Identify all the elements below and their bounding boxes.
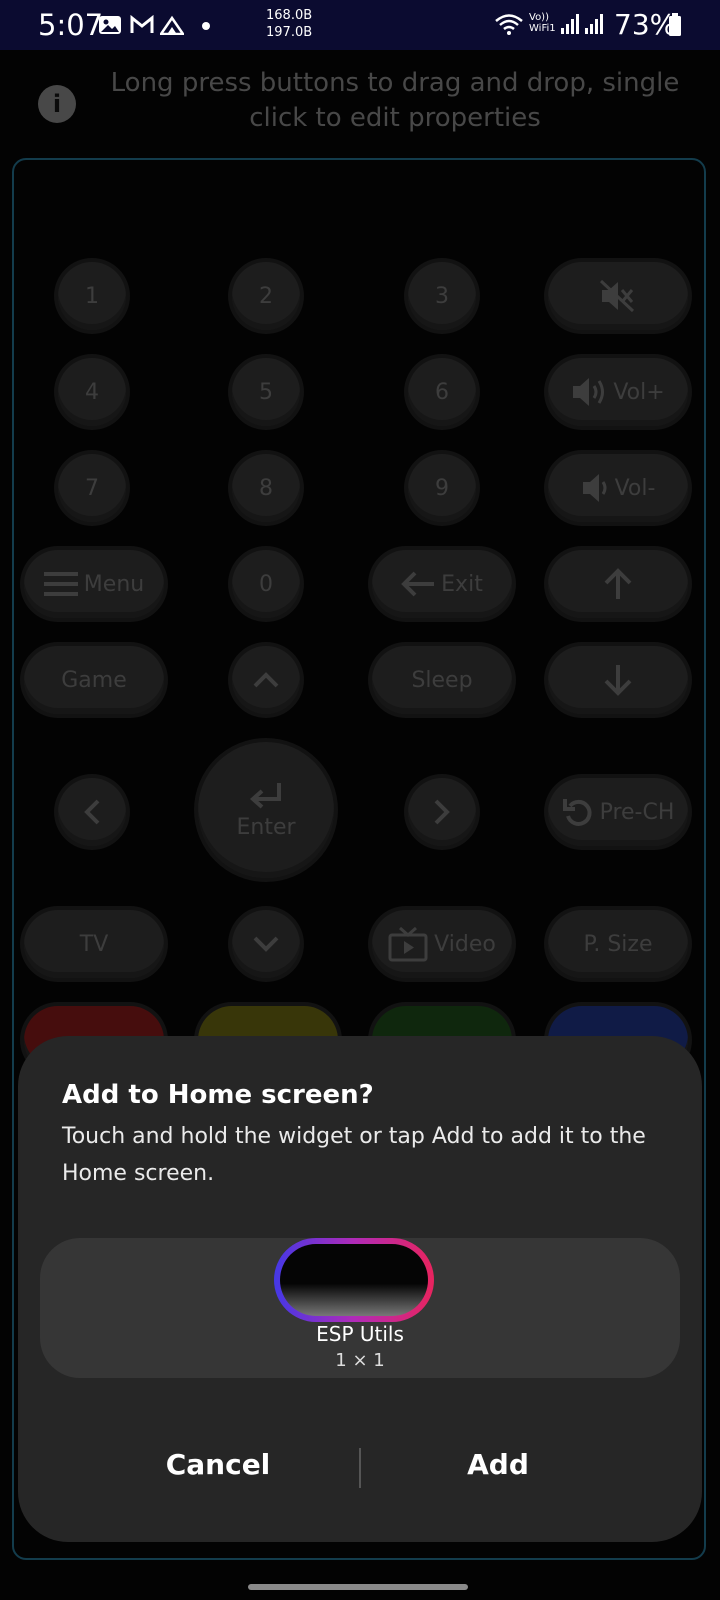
net-speed: 168.0B 197.0B xyxy=(266,7,312,41)
volte-line2: WiFi1 xyxy=(529,23,556,34)
net-speed-up: 168.0B xyxy=(266,8,313,23)
net-speed-down: 197.0B xyxy=(266,25,313,40)
cancel-button[interactable]: Cancel xyxy=(108,1448,328,1481)
add-button[interactable]: Add xyxy=(388,1448,608,1481)
status-bar: 5:07 168.0B 197.0B Vo)) WiFi1 73% xyxy=(0,0,720,50)
widget-name: ESP Utils xyxy=(316,1322,404,1346)
dot-icon xyxy=(202,22,210,30)
volte-indicator: Vo)) WiFi1 xyxy=(529,12,556,34)
widget-size: 1 × 1 xyxy=(335,1350,385,1371)
widget-preview-image[interactable] xyxy=(274,1238,434,1322)
widget-preview[interactable]: ESP Utils 1 × 1 xyxy=(40,1238,680,1378)
add-widget-dialog: Add to Home screen? Touch and hold the w… xyxy=(18,1036,702,1542)
battery-percent: 73% xyxy=(614,8,677,41)
signal-icon-2 xyxy=(585,14,603,34)
gesture-nav-bar[interactable] xyxy=(248,1584,468,1590)
dialog-title: Add to Home screen? xyxy=(62,1080,374,1110)
battery-icon xyxy=(669,13,681,36)
status-time: 5:07 xyxy=(38,8,104,42)
gmail-icon xyxy=(130,15,154,33)
volte-line1: Vo)) xyxy=(529,12,549,23)
gallery-icon xyxy=(99,16,121,34)
wifi-icon xyxy=(495,14,523,35)
home-signal-icon xyxy=(160,15,184,35)
widget-preview-inner xyxy=(280,1244,428,1316)
button-divider xyxy=(359,1448,361,1488)
signal-icon xyxy=(561,14,579,34)
dialog-message: Touch and hold the widget or tap Add to … xyxy=(62,1124,646,1186)
